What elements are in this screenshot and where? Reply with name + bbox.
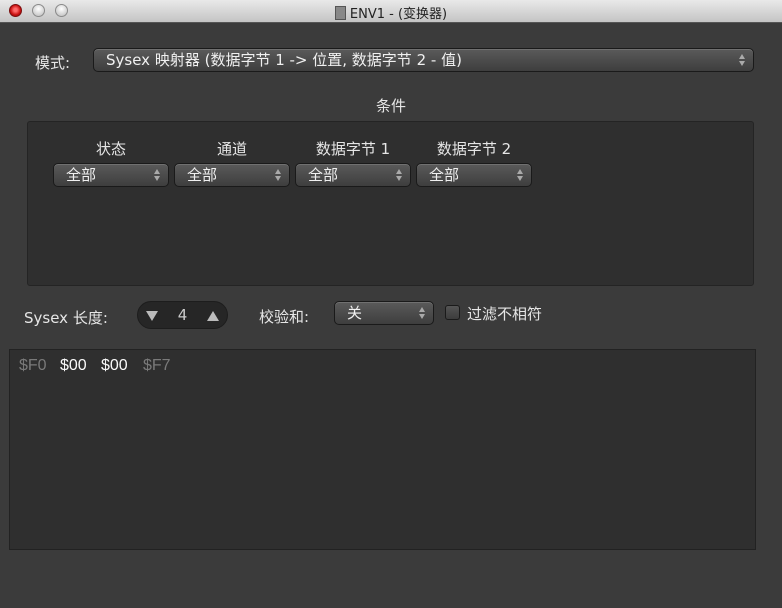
sysex-byte-end: $F7 (143, 357, 171, 374)
title-bar: ENV1 - (变换器) (0, 0, 782, 23)
checksum-popup[interactable]: 关 (334, 301, 434, 325)
sysex-data-field[interactable]: $F0 $00 $00 $F7 (9, 349, 756, 550)
updown-arrows-icon (396, 168, 403, 182)
checksum-label: 校验和: (259, 308, 310, 326)
filter-mismatch-label[interactable]: 过滤不相符 (467, 303, 542, 324)
data-byte-1-popup[interactable]: 全部 (295, 163, 411, 187)
sysex-length-stepper[interactable]: 4 (137, 301, 228, 329)
status-popup[interactable]: 全部 (53, 163, 169, 187)
data-byte-2-popup[interactable]: 全部 (416, 163, 532, 187)
sysex-byte-start: $F0 (19, 357, 47, 374)
mode-popup[interactable]: Sysex 映射器 (数据字节 1 -> 位置, 数据字节 2 - 值) (93, 48, 754, 72)
conditions-title: 条件 (375, 97, 406, 115)
channel-popup[interactable]: 全部 (174, 163, 290, 187)
updown-arrows-icon (275, 168, 282, 182)
updown-arrows-icon (517, 168, 524, 182)
updown-arrows-icon (739, 53, 746, 67)
increment-arrow-icon[interactable] (207, 311, 219, 321)
data-byte-2-header: 数据字节 2 (436, 140, 512, 158)
status-header: 状态 (95, 140, 126, 158)
document-icon (334, 6, 346, 20)
sysex-length-label: Sysex 长度: (24, 309, 108, 327)
sysex-byte[interactable]: $00 (101, 357, 128, 375)
channel-header: 通道 (216, 140, 247, 158)
updown-arrows-icon (154, 168, 161, 182)
sysex-byte[interactable]: $00 (60, 357, 87, 375)
updown-arrows-icon (419, 306, 426, 320)
window-title: ENV1 - (变换器) (0, 3, 782, 22)
mode-label: 模式: (35, 54, 71, 72)
data-byte-1-header: 数据字节 1 (315, 140, 391, 158)
filter-mismatch-checkbox[interactable] (445, 305, 460, 320)
